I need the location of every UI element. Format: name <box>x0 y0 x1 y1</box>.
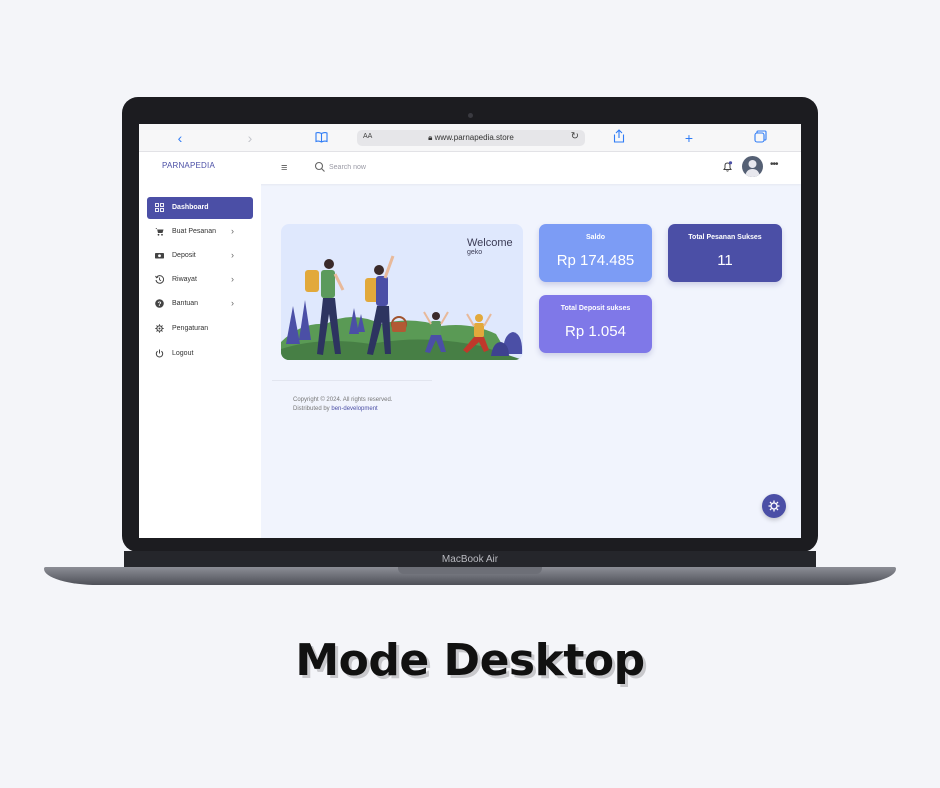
sidebar-item-label: Dashboard <box>172 204 209 211</box>
chevron-right-icon: › <box>231 250 234 260</box>
settings-fab[interactable] <box>762 494 786 518</box>
forward-icon[interactable]: › <box>241 129 259 147</box>
sidebar-item-buat-pesanan[interactable]: Buat Pesanan › <box>147 221 253 243</box>
distributed-link[interactable]: ben-development <box>331 406 377 412</box>
more-icon[interactable]: ••• <box>770 159 778 170</box>
money-icon <box>155 253 164 259</box>
bell-icon[interactable] <box>721 160 734 173</box>
url-text: 🔒︎ www.parnapedia.store <box>428 133 514 142</box>
cart-icon <box>155 228 164 236</box>
total-deposit-value: Rp 1.054 <box>565 323 626 340</box>
back-icon[interactable]: ‹ <box>171 129 189 147</box>
screen: ‹ › AA 🔒︎ www.parnapedia.store ↻ + PARNA… <box>139 124 801 538</box>
caption-title: Mode Desktop <box>295 635 645 686</box>
new-tab-icon[interactable]: + <box>680 129 698 147</box>
saldo-card: Saldo Rp 174.485 <box>539 224 652 282</box>
reload-icon[interactable]: ↻ <box>571 131 579 142</box>
distributed-prefix: Distributed by <box>293 406 332 412</box>
sidebar-item-label: Bantuan <box>172 300 199 307</box>
avatar[interactable] <box>742 156 763 177</box>
footer-divider <box>272 380 432 381</box>
help-icon: ? <box>155 299 164 308</box>
bookmarks-icon[interactable] <box>312 129 330 147</box>
sidebar-item-pengaturan[interactable]: Pengaturan <box>147 318 253 340</box>
sidebar-item-bantuan[interactable]: ? Bantuan › <box>147 293 253 315</box>
chevron-right-icon: › <box>231 274 234 284</box>
welcome-card: Welcome geko <box>281 224 523 360</box>
device-brand-label: MacBook Air <box>441 554 499 565</box>
chevron-right-icon: › <box>231 298 234 308</box>
history-icon <box>155 275 164 284</box>
app-header: PARNAPEDIA ≡ ••• <box>139 152 801 184</box>
sidebar-item-label: Logout <box>172 350 194 357</box>
chevron-right-icon: › <box>231 226 234 236</box>
gear-icon <box>155 324 164 333</box>
url-value: www.parnapedia.store <box>434 133 514 142</box>
menu-icon[interactable]: ≡ <box>281 162 287 174</box>
welcome-title: Welcome <box>467 237 513 249</box>
laptop-notch <box>398 567 542 574</box>
saldo-value: Rp 174.485 <box>556 252 635 269</box>
sidebar-item-logout[interactable]: Logout <box>147 343 253 365</box>
sidebar-item-riwayat[interactable]: Riwayat › <box>147 269 253 291</box>
total-pesanan-label: Total Pesanan Sukses <box>688 234 762 241</box>
svg-text:?: ? <box>158 301 162 308</box>
sidebar-item-dashboard[interactable]: Dashboard <box>147 197 253 219</box>
search-input[interactable] <box>329 161 449 174</box>
grid-icon <box>155 203 164 212</box>
tabs-overview-icon[interactable] <box>751 129 769 147</box>
total-deposit-card: Total Deposit sukses Rp 1.054 <box>539 295 652 353</box>
sidebar-item-label: Buat Pesanan <box>172 228 216 235</box>
welcome-username: geko <box>467 249 483 256</box>
total-pesanan-value: 11 <box>717 252 733 269</box>
sidebar-item-label: Pengaturan <box>172 325 209 332</box>
browser-toolbar: ‹ › AA 🔒︎ www.parnapedia.store ↻ + <box>139 124 801 152</box>
sidebar-item-deposit[interactable]: Deposit › <box>147 245 253 267</box>
saldo-label: Saldo <box>585 234 606 241</box>
camera-icon <box>468 113 473 118</box>
laptop-hinge: MacBook Air <box>124 551 816 568</box>
sidebar-item-label: Riwayat <box>172 276 197 283</box>
power-icon <box>155 349 164 358</box>
distributed-by-text: Distributed by ben-development <box>293 406 378 412</box>
url-bar[interactable]: AA 🔒︎ www.parnapedia.store ↻ <box>357 130 585 146</box>
total-pesanan-card: Total Pesanan Sukses 11 <box>668 224 782 282</box>
total-deposit-label: Total Deposit sukses <box>560 305 631 312</box>
sidebar: Dashboard Buat Pesanan › Deposit › Riway… <box>139 184 261 538</box>
copyright-text: Copyright © 2024. All rights reserved. <box>293 397 393 403</box>
gear-icon <box>768 500 780 512</box>
sidebar-item-label: Deposit <box>172 252 196 259</box>
app-logo[interactable]: PARNAPEDIA <box>162 161 215 170</box>
share-icon[interactable] <box>610 129 628 147</box>
search-icon <box>314 161 325 172</box>
